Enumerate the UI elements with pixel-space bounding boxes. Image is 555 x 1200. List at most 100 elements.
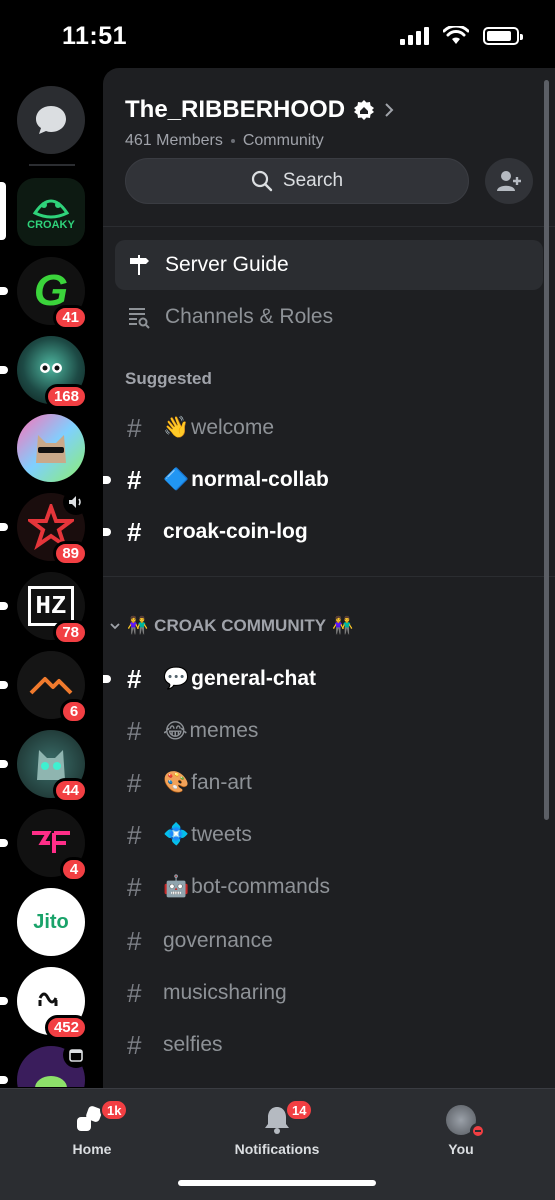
channel-panel: The_RIBBERHOOD 461 Members Community Sea… [103,68,555,1088]
channel-bot-commands[interactable]: # 🤖 bot-commands [115,864,543,910]
server-icon-wave[interactable]: 452 [17,967,88,1040]
channel-name: tweets [191,823,252,846]
calendar-icon [69,1049,83,1062]
channels-roles-item[interactable]: Channels & Roles [115,292,543,342]
event-indicator [63,1042,89,1068]
server-name: The_RIBBERHOOD [125,96,346,123]
battery-icon [483,27,523,45]
channel-welcome[interactable]: # 👋 welcome [115,405,543,451]
server-icon-pink-logo[interactable]: 4 [17,809,88,882]
unread-indicator [0,839,8,847]
server-icon-g[interactable]: G 41 [17,257,88,330]
section-divider [103,576,555,577]
search-button[interactable]: Search [125,158,469,204]
header-divider [103,226,555,227]
unread-indicator [0,760,8,768]
server-icon-label: CROAKY [27,219,75,231]
wave-logo-icon [38,992,58,1006]
server-rail: CROAKY G 41 168 89 HZ 78 6 44 4 Jito 452 [0,72,103,1087]
channel-musicsharing[interactable]: # musicsharing [115,970,543,1016]
mountain-logo-icon [29,677,73,695]
channel-emoji: 💠 [163,823,190,846]
channel-emoji: 🎨 [163,771,190,794]
server-icon-creature[interactable]: 168 [17,336,88,409]
add-user-icon [497,171,521,191]
invite-members-button[interactable] [485,158,533,204]
channel-general-chat[interactable]: # 💬 general-chat [103,656,543,702]
you-tab-icon [401,1105,521,1139]
server-guide-label: Server Guide [165,253,289,276]
mention-badge: 4 [60,857,88,882]
channel-list-icon [129,308,150,329]
channel-normal-collab[interactable]: # 🔷 normal-collab [103,457,543,503]
mention-badge: 168 [44,384,88,409]
hash-icon: # [127,464,142,495]
active-server-indicator [0,182,6,240]
category-emoji: 👫 [332,616,354,635]
tab-home[interactable]: 1k Home [32,1099,152,1157]
mention-badge: 78 [53,620,88,645]
channel-selfies[interactable]: # selfies [115,1022,543,1068]
unread-indicator [0,602,8,610]
pink-logo-icon [32,831,70,853]
channel-name: fan-art [191,771,252,794]
channel-emoji: 🤖 [163,875,190,898]
tab-notifications-label: Notifications [234,1141,320,1157]
server-header[interactable]: The_RIBBERHOOD 461 Members Community [125,96,395,150]
wifi-icon [443,26,469,44]
channel-emoji: 👋 [163,416,190,439]
server-icon-cat[interactable] [17,414,85,482]
channel-fan-art[interactable]: # 🎨 fan-art [115,760,543,806]
do-not-disturb-status-icon [470,1123,486,1139]
chat-bubble-icon [36,106,66,134]
channel-governance[interactable]: # governance [115,918,543,964]
home-indicator[interactable] [178,1180,376,1186]
community-badge-icon [354,100,375,120]
frog-logo-icon [32,199,70,219]
cat-avatar-icon [36,435,66,463]
hash-icon: # [127,663,142,694]
server-icon-jito[interactable]: Jito [17,888,85,956]
tab-home-label: Home [72,1141,112,1157]
home-tab-icon: 1k [32,1099,152,1135]
channel-name: musicsharing [163,981,287,1004]
signpost-icon [130,255,149,275]
scrollbar[interactable] [544,80,549,820]
server-icon-dino[interactable] [17,1042,89,1087]
channel-tweets[interactable]: # 💠 tweets [115,812,543,858]
unread-indicator [0,997,8,1005]
hash-icon: # [127,516,142,547]
server-title[interactable]: The_RIBBERHOOD [125,96,395,124]
hash-icon: # [127,1029,142,1060]
direct-messages-button[interactable] [17,86,85,154]
voice-active-indicator [63,489,89,515]
unread-indicator [0,681,8,689]
chevron-down-icon [110,623,120,630]
channel-memes[interactable]: # 😂 memes [115,708,543,754]
search-label: Search [282,170,344,191]
server-icon-robot-cat[interactable]: 44 [17,730,88,803]
server-icon-croaky[interactable]: CROAKY [17,178,85,246]
mention-badge: 89 [53,541,88,566]
server-type: Community [242,132,324,149]
server-icon-star[interactable]: 89 [17,489,89,566]
hash-icon: # [127,767,142,798]
status-bar: 11:51 [0,0,555,72]
channel-croak-coin-log[interactable]: # croak-coin-log [103,509,543,555]
member-count: 461 Members [125,132,223,149]
category-croak-community[interactable]: 👫 CROAK COMMUNITY 👫 [109,616,353,636]
tab-you[interactable]: You [401,1105,521,1157]
unread-indicator [103,675,111,683]
mention-badge: 452 [44,1015,88,1040]
tab-notifications[interactable]: 14 Notifications [217,1099,337,1157]
hash-icon: # [127,715,142,746]
server-icon-hz[interactable]: HZ 78 [17,572,88,645]
server-guide-item[interactable]: Server Guide [115,240,543,290]
tab-you-label: You [448,1141,474,1157]
channels-roles-label: Channels & Roles [165,305,334,328]
separator-dot [230,139,235,143]
server-icon-mountain[interactable]: 6 [17,651,88,724]
notifications-tab-icon: 14 [217,1099,337,1135]
channel-name: croak-coin-log [163,520,308,543]
server-meta: 461 Members Community [125,132,395,150]
